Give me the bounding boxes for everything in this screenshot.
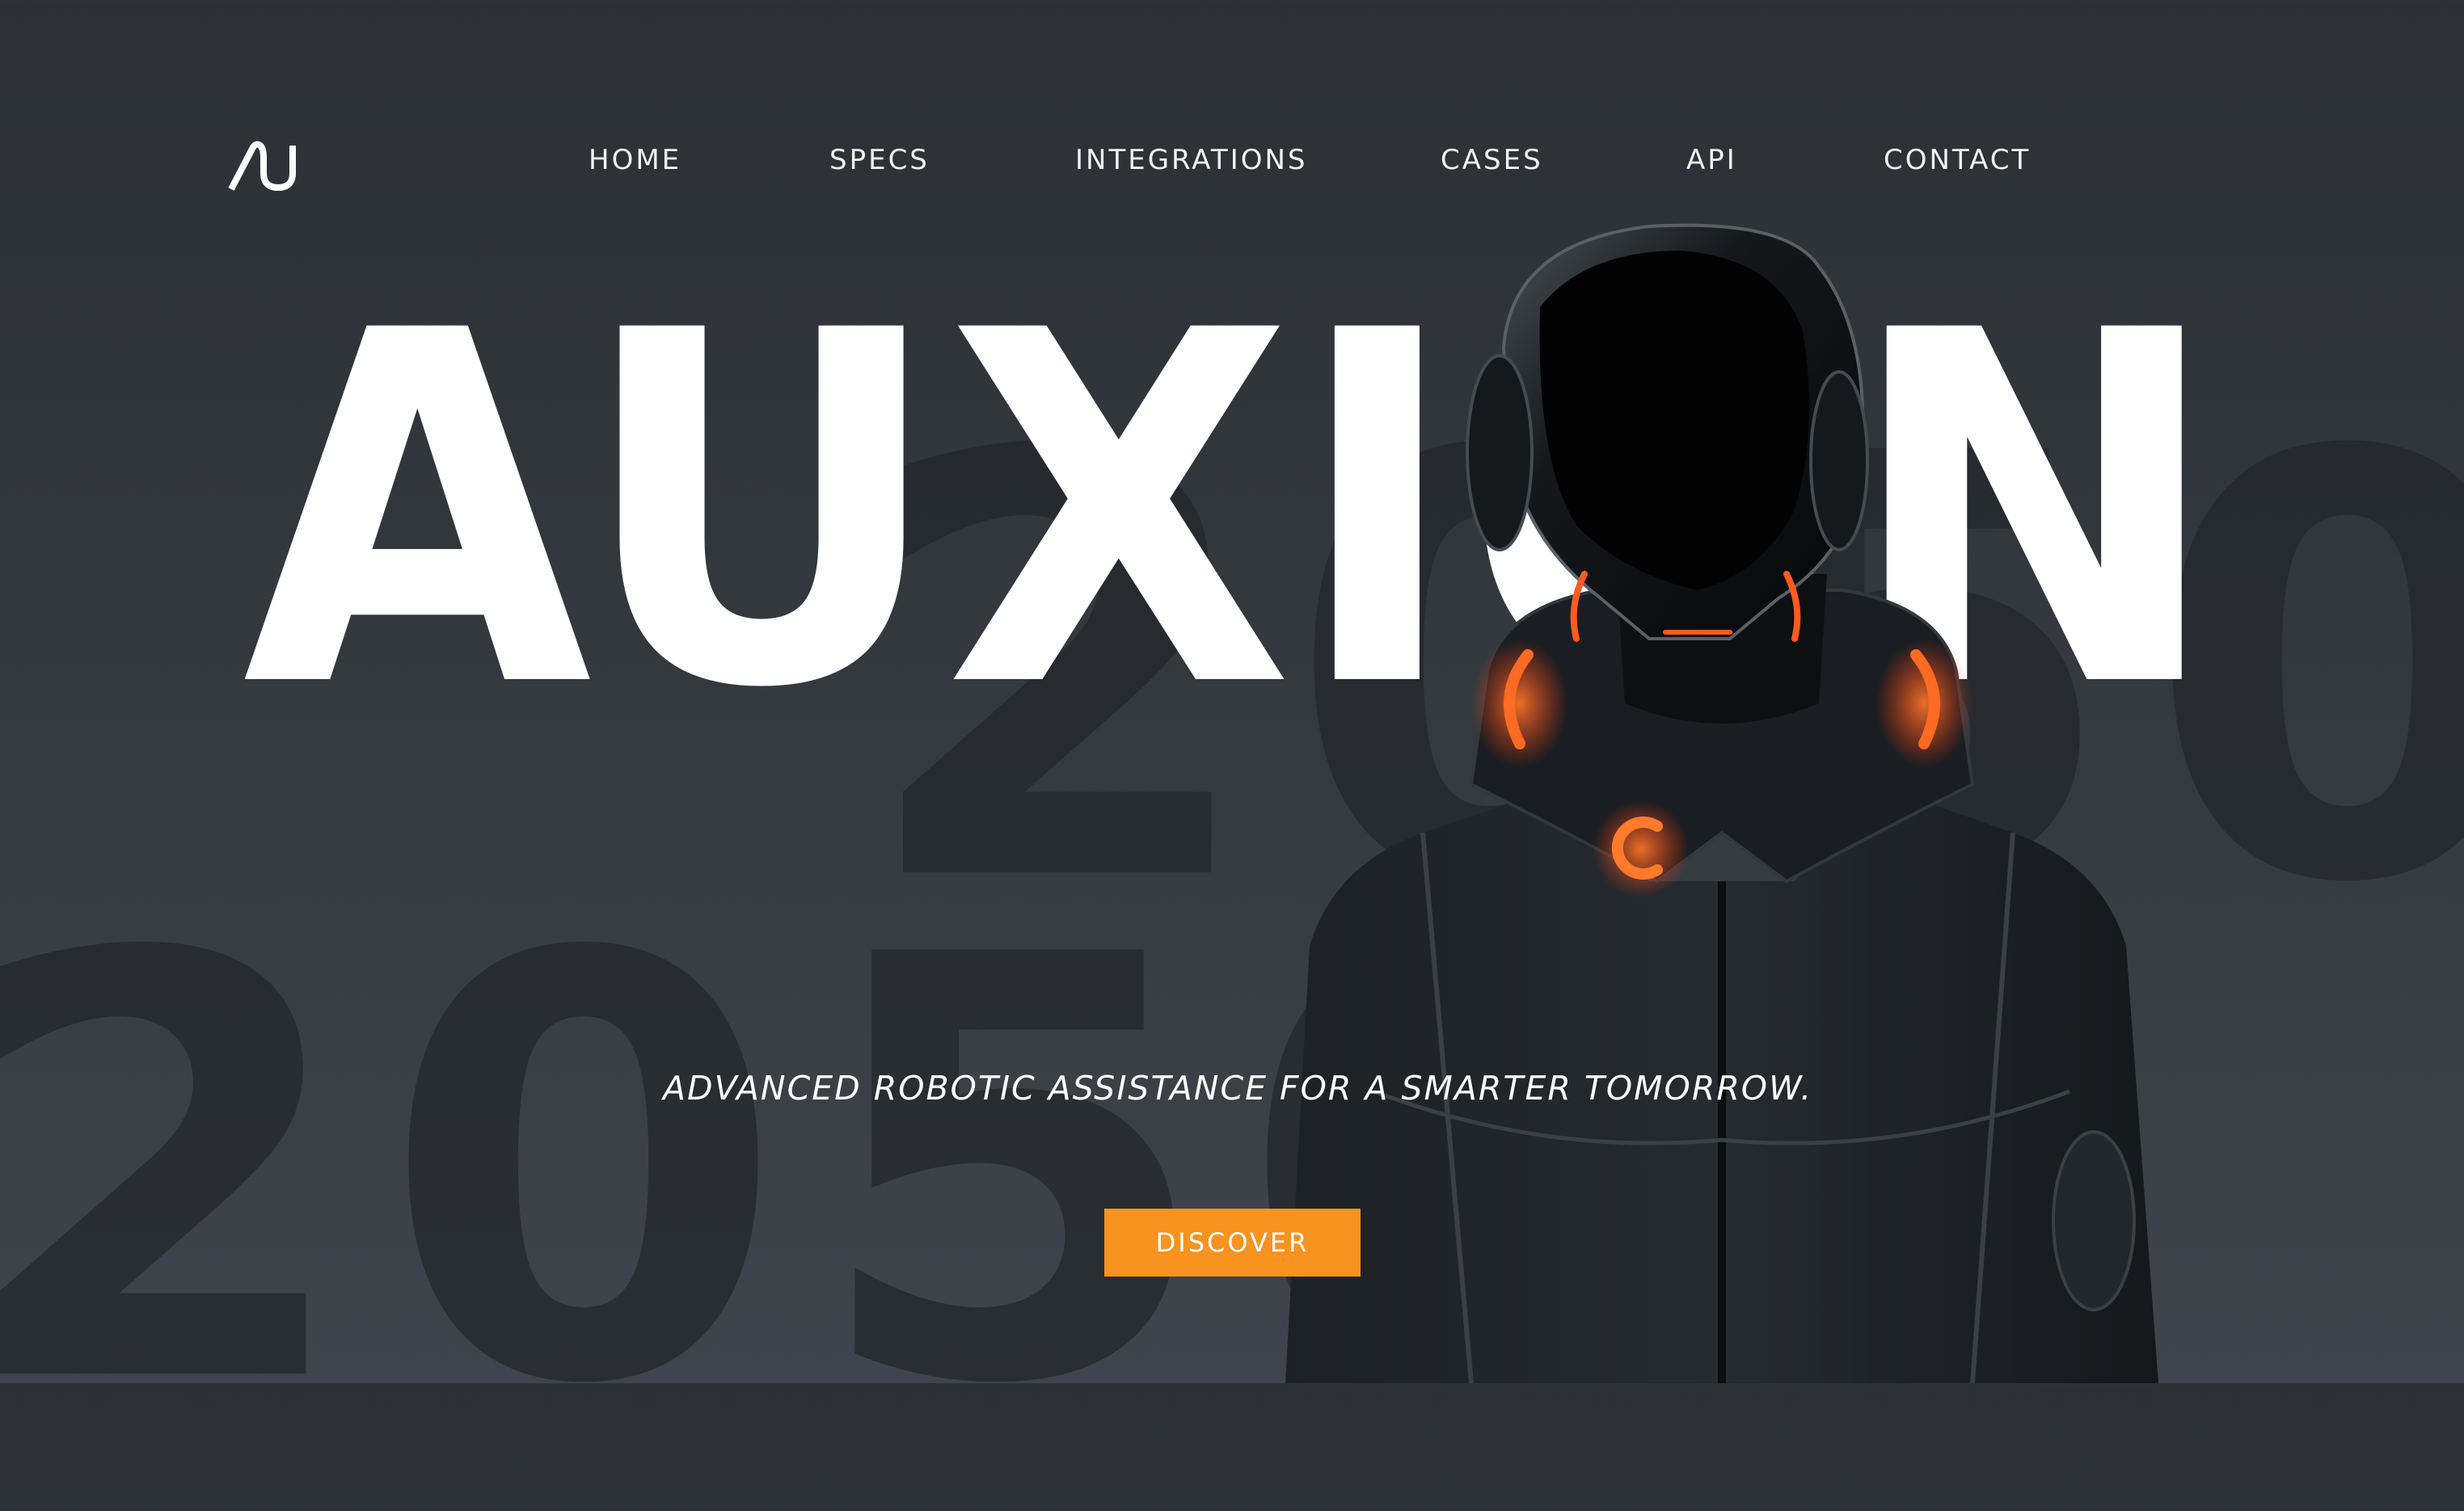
nav-specs[interactable]: SPECS — [829, 144, 930, 176]
nav-home[interactable]: HOME — [589, 144, 681, 176]
nav-cases[interactable]: CASES — [1441, 144, 1543, 176]
hero-tagline: ADVANCED ROBOTIC ASSISTANCE FOR A SMARTE… — [663, 1069, 1813, 1108]
nav-contact[interactable]: CONTACT — [1884, 144, 2031, 176]
main-navigation: HOME SPECS INTEGRATIONS CASES API CONTAC… — [0, 144, 2464, 184]
robot-illustration — [1285, 223, 2158, 1383]
nav-api[interactable]: API — [1686, 144, 1737, 176]
nav-integrations[interactable]: INTEGRATIONS — [1075, 144, 1308, 176]
discover-button[interactable]: DISCOVER — [1104, 1209, 1361, 1277]
